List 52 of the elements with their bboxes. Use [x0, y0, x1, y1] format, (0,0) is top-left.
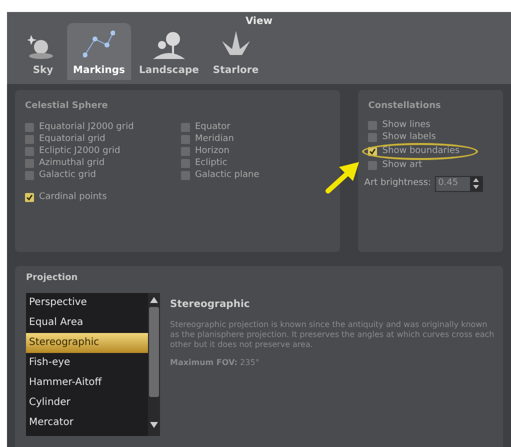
tab[interactable]: Sky	[21, 23, 65, 80]
checkbox[interactable]	[181, 147, 190, 156]
checkbox-label: Galactic grid	[39, 168, 96, 182]
list-item[interactable]: Cylinder	[26, 392, 148, 412]
scroll-up-icon[interactable]	[150, 296, 158, 302]
checkbox[interactable]	[25, 135, 34, 144]
projection-description: Stereographic projection is known since the antiquity and was originally known as the planisphere projection. It preserves the angles at which curves cross each other but it does not preserve area.	[170, 320, 495, 350]
checkbox[interactable]	[181, 135, 190, 144]
list-item[interactable]: Hammer-Aitoff	[26, 372, 148, 392]
projection-title: Stereographic	[170, 298, 251, 312]
list-item[interactable]: Perspective	[26, 292, 148, 312]
panel-title: Constellations	[368, 100, 442, 113]
spin-arrows-icon[interactable]	[470, 176, 482, 190]
scroll-down-icon[interactable]	[150, 422, 158, 428]
checkbox-label: Equatorial grid	[39, 132, 106, 146]
checkbox-label: Horizon	[195, 144, 230, 158]
checkbox[interactable]	[25, 171, 34, 180]
checkbox-label: Equator	[195, 120, 230, 134]
tree-icon	[152, 29, 185, 61]
checkbox-label: Equatorial J2000 grid	[39, 120, 134, 134]
list-item[interactable]: Equal Area	[26, 312, 148, 332]
checkbox-label: Ecliptic	[195, 156, 228, 170]
checkbox-label: Show lines	[382, 118, 430, 132]
scrollbar[interactable]	[148, 292, 160, 436]
checkbox[interactable]	[25, 159, 34, 168]
checkbox[interactable]	[25, 123, 34, 132]
checkbox[interactable]	[368, 121, 378, 130]
checkbox-label: Show art	[382, 158, 422, 172]
maximum-fov: Maximum FOV: 235°	[170, 356, 260, 368]
checkbox-label: Show boundaries	[382, 144, 460, 158]
checkbox-label: Show labels	[382, 130, 436, 144]
list-item[interactable]: Stereographic	[26, 332, 148, 352]
checkbox[interactable]	[181, 159, 190, 168]
checkbox[interactable]	[25, 147, 34, 156]
field-label: Art brightness:	[364, 176, 432, 190]
tab[interactable]: Markings	[67, 23, 131, 80]
checkbox-label: Meridian	[195, 132, 234, 146]
panel-title: Celestial Sphere	[25, 100, 109, 113]
checkbox-label: Galactic plane	[195, 168, 260, 182]
checkbox[interactable]	[181, 171, 190, 180]
list-item[interactable]: Fish-eye	[26, 352, 148, 372]
tab[interactable]: Landscape	[132, 23, 205, 80]
checkbox-label: Azimuthal grid	[39, 156, 105, 170]
checkbox[interactable]	[368, 161, 378, 170]
panel-title: Projection	[26, 272, 79, 285]
checkbox[interactable]	[25, 193, 34, 202]
checkbox[interactable]	[368, 133, 378, 142]
checkbox-label: Ecliptic J2000 grid	[39, 144, 120, 158]
checkbox-label: Cardinal points	[39, 190, 107, 204]
list-item[interactable]: Mercator	[26, 412, 148, 432]
checkbox[interactable]	[181, 123, 190, 132]
annotation-arrow	[325, 160, 361, 194]
